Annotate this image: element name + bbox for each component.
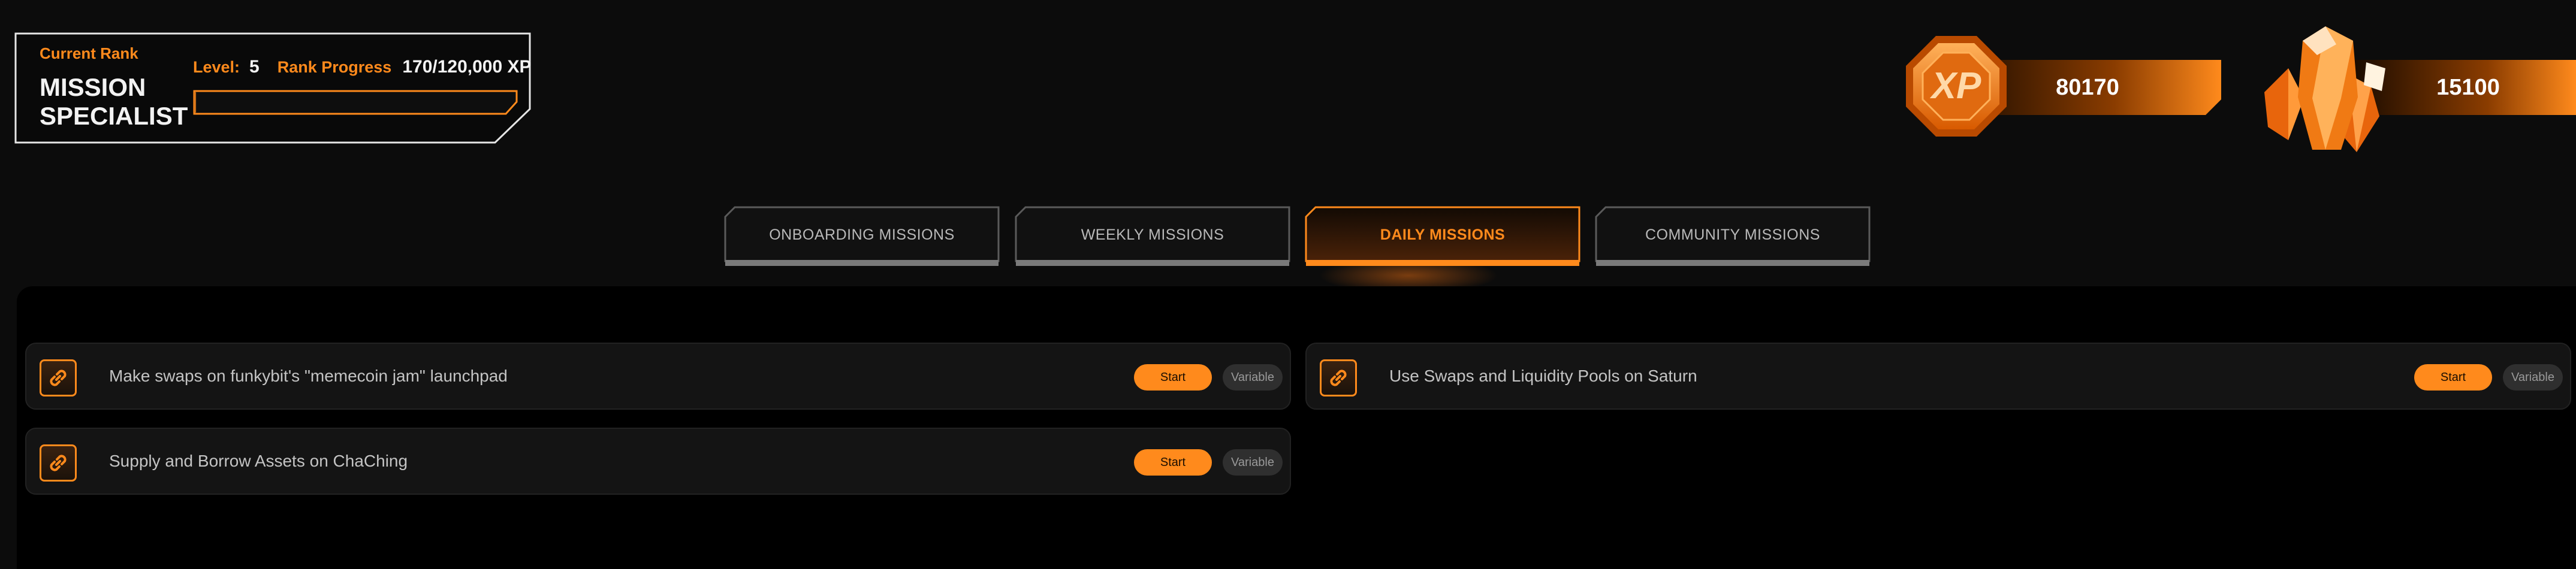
rank-progress-label: Rank Progress [277, 57, 392, 76]
rank-progress-fill [195, 92, 196, 113]
current-rank-heading: Current Rank [40, 44, 138, 62]
tab-onboarding-missions[interactable]: ONBOARDING MISSIONS [724, 206, 1000, 267]
reward-badge: Variable [1223, 364, 1283, 391]
tab-label: WEEKLY MISSIONS [1081, 226, 1224, 243]
level-value: 5 [249, 57, 260, 77]
start-button[interactable]: Start [2414, 364, 2492, 391]
level-label: Level: [193, 57, 240, 76]
link-icon [1320, 359, 1357, 397]
tab-label: ONBOARDING MISSIONS [769, 226, 955, 243]
tab-label: COMMUNITY MISSIONS [1645, 226, 1820, 243]
rank-progress-bar [193, 90, 518, 115]
mission-title: Supply and Borrow Assets on ChaChing [109, 452, 408, 470]
reward-badge: Variable [2503, 364, 2563, 391]
start-button[interactable]: Start [1134, 364, 1212, 391]
xp-badge-text: XP [1930, 65, 1981, 107]
mission-card: Use Swaps and Liquidity Pools on Saturn … [1305, 343, 2571, 410]
xp-badge-icon: XP [1906, 36, 2007, 137]
reward-badge: Variable [1223, 449, 1283, 476]
link-icon [40, 444, 77, 482]
rank-meta: Level: 5 Rank Progress 170/120,000 XP [193, 56, 532, 78]
mission-title: Make swaps on funkybit's "memecoin jam" … [109, 367, 508, 385]
start-button[interactable]: Start [1134, 449, 1212, 476]
mission-card: Supply and Borrow Assets on ChaChing Sta… [25, 428, 1291, 495]
rank-progress-value: 170/120,000 XP [402, 57, 532, 77]
mission-title: Use Swaps and Liquidity Pools on Saturn [1389, 367, 1697, 385]
tab-weekly-missions[interactable]: WEEKLY MISSIONS [1015, 206, 1290, 267]
tab-daily-missions[interactable]: DAILY MISSIONS [1305, 206, 1580, 267]
rank-name: MISSION SPECIALIST [40, 73, 188, 130]
missions-panel: Make swaps on funkybit's "memecoin jam" … [17, 286, 2576, 569]
current-rank-panel: Current Rank MISSION SPECIALIST Level: 5… [14, 32, 532, 144]
tab-label: DAILY MISSIONS [1380, 226, 1506, 243]
link-icon [40, 359, 77, 397]
tab-community-missions[interactable]: COMMUNITY MISSIONS [1595, 206, 1871, 267]
orange-crystal-icon [2264, 26, 2385, 152]
crystal-currency: 15100 [2246, 26, 2576, 152]
xp-currency: 80170 XP [1904, 30, 2221, 137]
mission-card: Make swaps on funkybit's "memecoin jam" … [25, 343, 1291, 410]
crystal-amount: 15100 [2436, 74, 2500, 100]
